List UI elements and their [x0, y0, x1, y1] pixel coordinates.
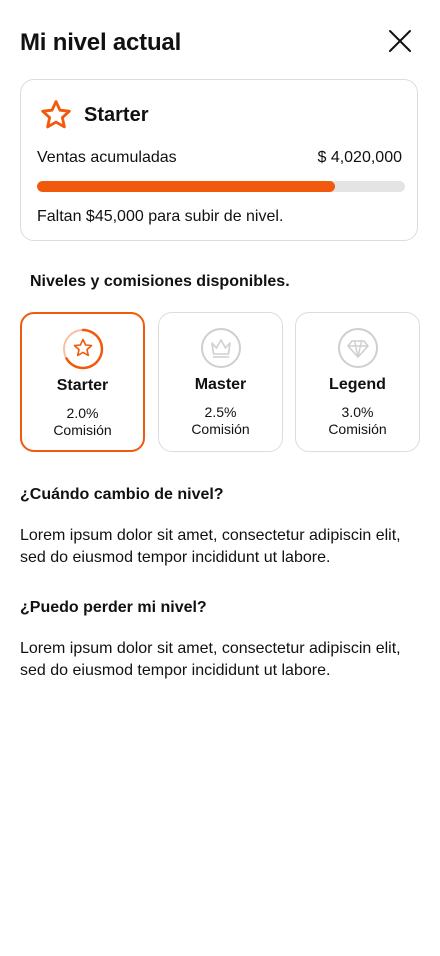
star-icon	[41, 100, 71, 129]
level-card-legend[interactable]: Legend 3.0% Comisión	[295, 312, 420, 452]
close-icon[interactable]	[386, 27, 414, 55]
faq-answer: Lorem ipsum dolor sit amet, consectetur …	[20, 527, 401, 566]
level-rate: 2.0%	[66, 405, 99, 421]
page-title: Mi nivel actual	[20, 29, 182, 56]
level-name: Master	[194, 376, 247, 393]
level-rate: 2.5%	[204, 404, 237, 420]
sales-row: Ventas acumuladas $ 4,020,000	[37, 149, 402, 167]
faq-answer: Lorem ipsum dolor sit amet, consectetur …	[20, 640, 401, 679]
faq-question: ¿Cuándo cambio de nivel?	[20, 486, 224, 503]
progress-bar	[37, 181, 405, 192]
star-icon	[62, 328, 103, 370]
level-rate-label: Comisión	[53, 422, 112, 438]
level-card-master[interactable]: Master 2.5% Comisión	[158, 312, 283, 452]
sales-label: Ventas acumuladas	[37, 149, 177, 166]
crown-icon	[200, 328, 241, 368]
current-level-header: Starter	[38, 98, 148, 132]
level-rate: 3.0%	[341, 404, 374, 420]
sales-value: $ 4,020,000	[317, 149, 402, 166]
level-card-starter[interactable]: Starter 2.0% Comisión	[20, 312, 145, 452]
level-rate-label: Comisión	[328, 421, 387, 437]
levels-list: Starter 2.0% Comisión Master 2.5% Comisi…	[20, 312, 420, 452]
faq-question: ¿Puedo perder mi nivel?	[20, 599, 207, 616]
progress-bar-fill	[37, 181, 336, 192]
levels-section-title: Niveles y comisiones disponibles.	[30, 273, 290, 290]
current-level-card: Starter Ventas acumuladas $ 4,020,000 Fa…	[20, 79, 418, 241]
level-name: Starter	[56, 377, 109, 394]
remaining-text: Faltan $45,000 para subir de nivel.	[37, 208, 284, 225]
level-name: Legend	[329, 376, 386, 393]
current-level-name: Starter	[84, 103, 149, 126]
level-rate-label: Comisión	[191, 421, 250, 437]
diamond-icon	[337, 328, 378, 368]
